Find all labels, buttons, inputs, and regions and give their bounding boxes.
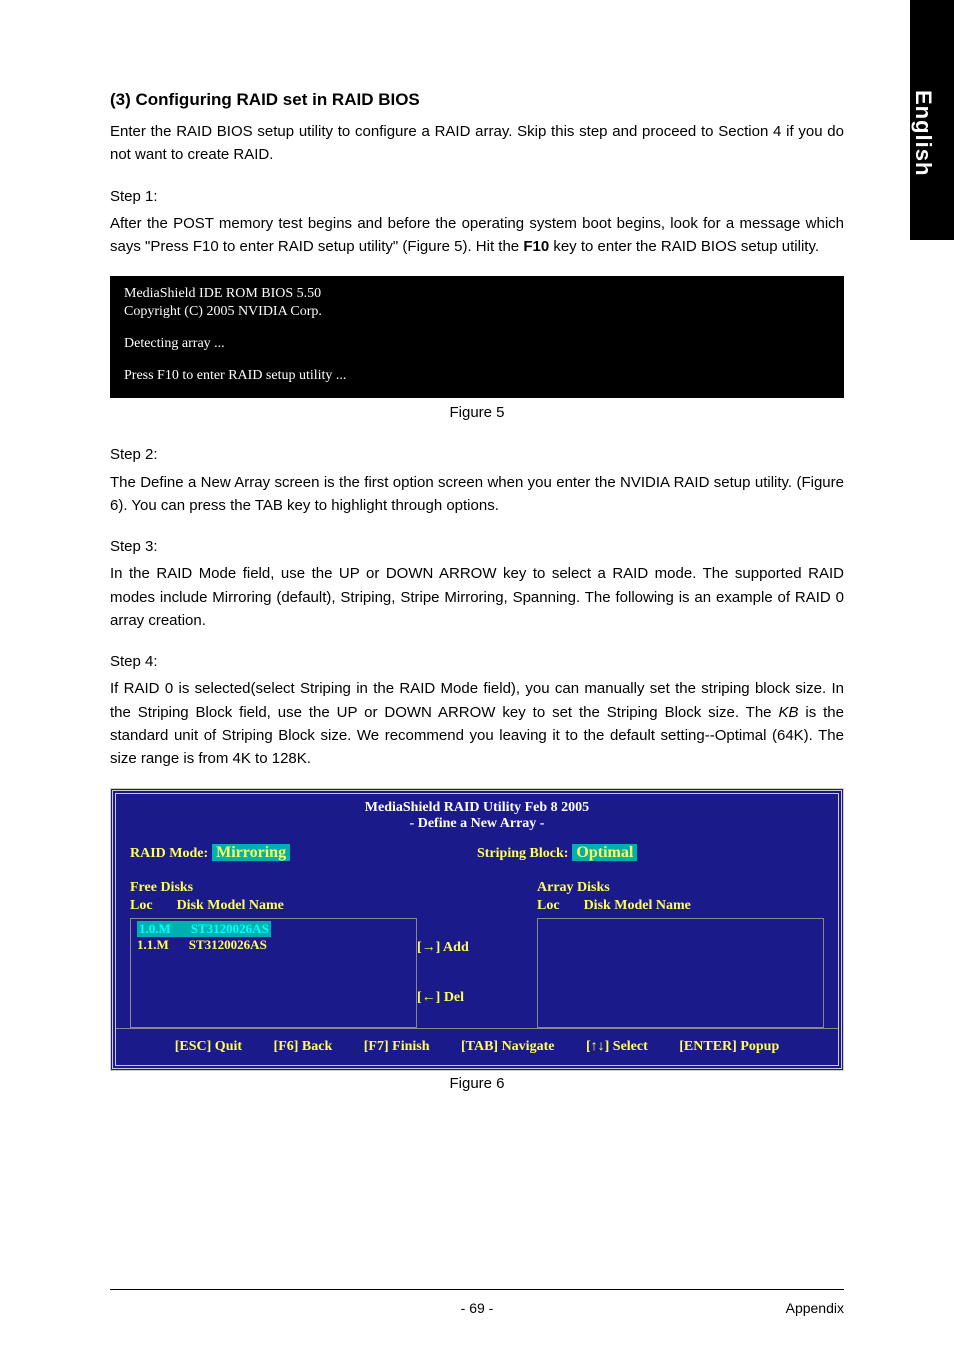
esc-quit[interactable]: [ESC] Quit xyxy=(175,1039,242,1054)
del-action[interactable]: [←] Del xyxy=(417,990,464,1006)
array-loc-header: Loc xyxy=(537,898,560,914)
disk-row-selected[interactable]: 1.0.M ST3120026AS xyxy=(137,921,271,937)
figure5-caption: Figure 5 xyxy=(110,404,844,421)
array-disks-header: Array Disks xyxy=(537,880,824,896)
footer-left xyxy=(110,1300,230,1316)
section-heading: (3) Configuring RAID set in RAID BIOS xyxy=(110,90,844,110)
tab-navigate[interactable]: [TAB] Navigate xyxy=(461,1039,554,1054)
f10-key: F10 xyxy=(523,238,549,255)
step2-body: The Define a New Array screen is the fir… xyxy=(110,471,844,518)
striping-block-value[interactable]: Optimal xyxy=(572,844,637,861)
array-model-header: Disk Model Name xyxy=(584,898,691,914)
striping-block-label: Striping Block: xyxy=(477,846,568,861)
footer-rule xyxy=(110,1289,844,1290)
intro-paragraph: Enter the RAID BIOS setup utility to con… xyxy=(110,120,844,167)
f7-finish[interactable]: [F7] Finish xyxy=(364,1039,430,1054)
step2-label: Step 2: xyxy=(110,443,844,466)
raid-mode-label: RAID Mode: xyxy=(130,846,208,861)
language-tab-text: English xyxy=(910,0,944,176)
step1-body: After the POST memory test begins and be… xyxy=(110,212,844,259)
free-loc-header: Loc xyxy=(130,898,153,914)
page-number: - 69 - xyxy=(230,1300,724,1316)
raid-mode-value[interactable]: Mirroring xyxy=(212,844,290,861)
free-disks-header: Free Disks xyxy=(130,880,417,896)
array-disks-list[interactable] xyxy=(537,918,824,1028)
enter-popup[interactable]: [ENTER] Popup xyxy=(679,1039,779,1054)
arrow-select[interactable]: [↑↓] Select xyxy=(586,1039,648,1054)
bb-line2: Copyright (C) 2005 NVIDIA Corp. xyxy=(124,304,830,320)
bios-screen: MediaShield RAID Utility Feb 8 2005 - De… xyxy=(110,788,844,1071)
figure6-caption: Figure 6 xyxy=(110,1075,844,1092)
bios-title2: - Define a New Array - xyxy=(116,816,838,832)
free-model-header: Disk Model Name xyxy=(177,898,284,914)
post-message-box: MediaShield IDE ROM BIOS 5.50 Copyright … xyxy=(110,276,844,398)
bb-line4: Press F10 to enter RAID setup utility ..… xyxy=(124,368,830,384)
f6-back[interactable]: [F6] Back xyxy=(274,1039,333,1054)
language-tab: English xyxy=(910,0,954,240)
step4-label: Step 4: xyxy=(110,650,844,673)
bb-line3: Detecting array ... xyxy=(124,336,830,352)
step3-body: In the RAID Mode field, use the UP or DO… xyxy=(110,562,844,632)
disk-row[interactable]: 1.1.M ST3120026AS xyxy=(137,937,410,953)
step1-label: Step 1: xyxy=(110,185,844,208)
bios-footer: [ESC] Quit [F6] Back [F7] Finish [TAB] N… xyxy=(116,1028,838,1065)
kb-italic: KB xyxy=(778,704,798,721)
step4-body: If RAID 0 is selected(select Striping in… xyxy=(110,677,844,770)
free-disks-list[interactable]: 1.0.M ST3120026AS 1.1.M ST3120026AS xyxy=(130,918,417,1028)
bios-title1: MediaShield RAID Utility Feb 8 2005 xyxy=(116,800,838,816)
bb-line1: MediaShield IDE ROM BIOS 5.50 xyxy=(124,286,830,302)
step3-label: Step 3: xyxy=(110,535,844,558)
footer-right: Appendix xyxy=(724,1300,844,1316)
add-action[interactable]: [→] Add xyxy=(417,940,469,956)
